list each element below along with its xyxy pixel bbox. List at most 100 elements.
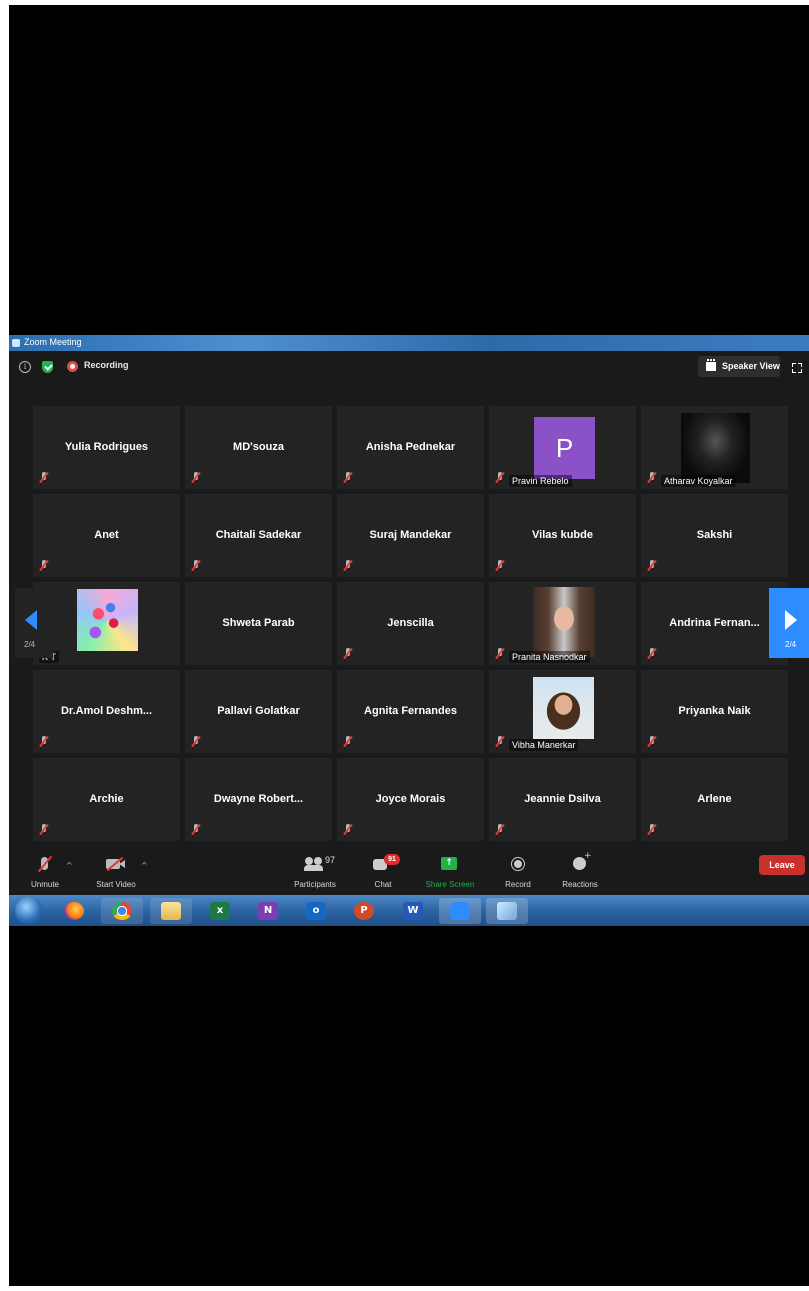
participant-name: Vilas kubde bbox=[532, 529, 593, 541]
muted-mic-icon bbox=[343, 560, 353, 572]
participant-tile[interactable]: K T bbox=[33, 582, 180, 665]
unmute-button[interactable]: Unmute bbox=[31, 845, 59, 895]
muted-mic-icon bbox=[39, 472, 49, 484]
participant-name: Agnita Fernandes bbox=[364, 705, 457, 717]
page-indicator-left: 2/4 bbox=[24, 640, 36, 649]
muted-mic-icon bbox=[39, 736, 49, 748]
previous-page-button[interactable]: 2/4 bbox=[15, 588, 53, 658]
participant-tile[interactable]: Joyce Morais bbox=[337, 758, 484, 841]
participant-tile[interactable]: Anisha Pednekar bbox=[337, 406, 484, 489]
participant-name: Priyanka Naik bbox=[678, 705, 751, 717]
participant-name: Sakshi bbox=[696, 529, 733, 541]
participant-tile[interactable]: Yulia Rodrigues bbox=[33, 406, 180, 489]
participant-tile[interactable]: Archie bbox=[33, 758, 180, 841]
meeting-toolbar: Unmute ^ Start Video ^ 97 Participants 9… bbox=[9, 845, 809, 895]
participant-tile[interactable]: Shweta Parab bbox=[185, 582, 332, 665]
participant-name: Archie bbox=[89, 793, 124, 805]
record-button[interactable]: Record bbox=[505, 845, 531, 895]
participant-photo bbox=[681, 413, 750, 483]
word-icon[interactable]: W bbox=[392, 898, 434, 924]
participant-tile[interactable]: Pallavi Golatkar bbox=[185, 670, 332, 753]
chat-button[interactable]: 91 Chat bbox=[373, 845, 400, 895]
participant-tile[interactable]: Suraj Mandekar bbox=[337, 494, 484, 577]
fullscreen-icon[interactable] bbox=[792, 363, 802, 373]
window-icon[interactable] bbox=[486, 898, 528, 924]
participants-label: Participants bbox=[294, 880, 336, 889]
participant-tile[interactable]: Priyanka Naik bbox=[641, 670, 788, 753]
reactions-button[interactable]: + Reactions bbox=[562, 845, 598, 895]
avatar-letter: P bbox=[534, 417, 595, 479]
muted-mic-icon bbox=[647, 472, 657, 484]
muted-mic-icon bbox=[191, 736, 201, 748]
next-page-button[interactable]: 2/4 bbox=[769, 588, 809, 658]
participant-name: Atharav Koyalkar bbox=[661, 475, 736, 487]
participant-name: Vibha Manerkar bbox=[509, 739, 579, 751]
speaker-view-button[interactable]: Speaker View bbox=[698, 356, 780, 377]
participant-name: Anisha Pednekar bbox=[365, 441, 456, 453]
muted-mic-icon bbox=[647, 560, 657, 572]
speaker-view-icon bbox=[706, 359, 716, 371]
share-screen-label: Share Screen bbox=[425, 880, 475, 889]
unmute-label: Unmute bbox=[30, 880, 59, 889]
participant-tile[interactable]: Sakshi bbox=[641, 494, 788, 577]
participant-tile[interactable]: Dwayne Robert... bbox=[185, 758, 332, 841]
participant-name: Pranita Nasnodkar bbox=[509, 651, 590, 663]
info-icon[interactable]: i bbox=[19, 361, 31, 373]
participant-tile[interactable]: Vibha Manerkar bbox=[489, 670, 636, 753]
zoom-icon[interactable] bbox=[439, 898, 481, 924]
chat-label: Chat bbox=[374, 880, 392, 889]
participant-photo bbox=[533, 587, 595, 657]
video-options-caret[interactable]: ^ bbox=[141, 861, 148, 870]
muted-mic-icon bbox=[39, 560, 49, 572]
security-shield-icon[interactable] bbox=[42, 361, 53, 373]
participant-tile[interactable]: P Pravin Rebelo bbox=[489, 406, 636, 489]
share-screen-button[interactable]: ↑ Share Screen bbox=[426, 845, 474, 895]
participants-count: 97 bbox=[325, 855, 336, 865]
participant-tile[interactable]: Pranita Nasnodkar bbox=[489, 582, 636, 665]
start-orb[interactable] bbox=[15, 897, 43, 925]
firefox-icon[interactable] bbox=[53, 898, 95, 924]
participant-name: Jeannie Dsilva bbox=[524, 793, 601, 805]
participant-tile[interactable]: Jeannie Dsilva bbox=[489, 758, 636, 841]
onenote-icon[interactable]: N bbox=[247, 898, 289, 924]
participant-tile[interactable]: MD'souza bbox=[185, 406, 332, 489]
meeting-topbar: i Recording Speaker View bbox=[9, 351, 809, 383]
participant-tile[interactable]: Andrina Fernan... bbox=[641, 582, 788, 665]
start-video-button[interactable]: Start Video bbox=[96, 845, 136, 895]
muted-mic-icon bbox=[343, 648, 353, 660]
powerpoint-icon[interactable]: P bbox=[343, 898, 385, 924]
participant-tile[interactable]: Arlene bbox=[641, 758, 788, 841]
participants-icon bbox=[305, 857, 313, 865]
participant-tile[interactable]: Jenscilla bbox=[337, 582, 484, 665]
participant-name: Jenscilla bbox=[387, 617, 434, 629]
muted-mic-icon bbox=[647, 824, 657, 836]
muted-mic-icon bbox=[343, 736, 353, 748]
muted-mic-icon bbox=[495, 560, 505, 572]
participant-tile[interactable]: Dr.Amol Deshm... bbox=[33, 670, 180, 753]
audio-options-caret[interactable]: ^ bbox=[66, 861, 73, 870]
participant-tile[interactable]: Chaitali Sadekar bbox=[185, 494, 332, 577]
participant-tile[interactable]: Atharav Koyalkar bbox=[641, 406, 788, 489]
excel-icon[interactable]: x bbox=[199, 898, 241, 924]
participant-name: Arlene bbox=[697, 793, 732, 805]
muted-mic-icon bbox=[343, 824, 353, 836]
file-explorer-icon[interactable] bbox=[150, 898, 192, 924]
chrome-icon[interactable] bbox=[101, 898, 143, 924]
participant-tile[interactable]: Anet bbox=[33, 494, 180, 577]
muted-mic-icon bbox=[495, 648, 505, 660]
participant-tile[interactable]: Vilas kubde bbox=[489, 494, 636, 577]
muted-mic-icon bbox=[343, 472, 353, 484]
outlook-icon[interactable]: o bbox=[295, 898, 337, 924]
muted-mic-icon bbox=[495, 472, 505, 484]
muted-mic-icon bbox=[191, 824, 201, 836]
page-indicator-right: 2/4 bbox=[785, 640, 797, 649]
participants-button[interactable]: 97 Participants bbox=[294, 845, 336, 895]
participant-name: Dr.Amol Deshm... bbox=[60, 705, 153, 717]
participant-name: Dwayne Robert... bbox=[213, 793, 304, 805]
participant-tile[interactable]: Agnita Fernandes bbox=[337, 670, 484, 753]
start-video-label: Start Video bbox=[96, 880, 136, 889]
muted-mic-icon bbox=[647, 736, 657, 748]
leave-button[interactable]: Leave bbox=[759, 855, 805, 875]
zoom-app-icon bbox=[12, 339, 20, 347]
muted-mic-icon bbox=[39, 824, 49, 836]
